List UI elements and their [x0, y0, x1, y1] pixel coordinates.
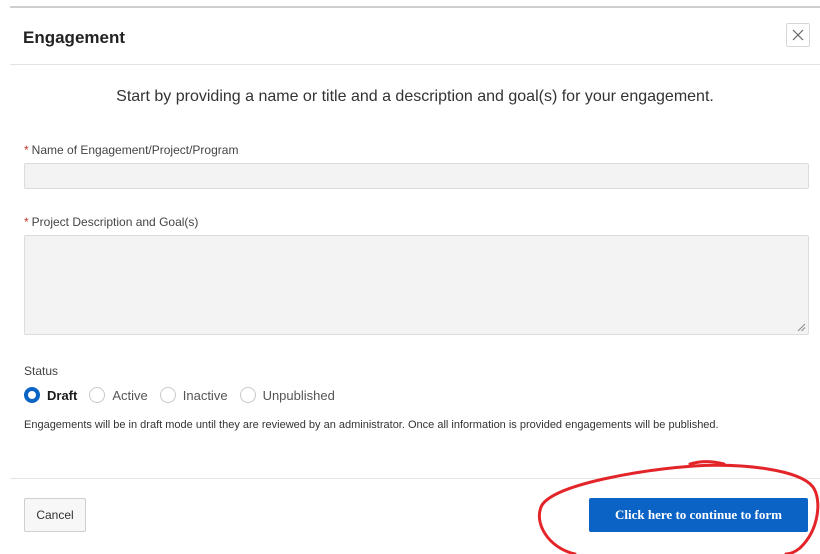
status-option-label: Inactive: [182, 387, 228, 403]
status-label: Status: [24, 364, 59, 378]
footer-divider: [10, 478, 820, 479]
name-field-label: * Name of Engagement/Project/Program: [24, 143, 238, 157]
required-marker: *: [24, 215, 29, 229]
description-field-label: * Project Description and Goal(s): [24, 215, 198, 229]
status-option-label: Draft: [47, 387, 78, 403]
close-icon: [792, 29, 804, 41]
status-radio-inactive[interactable]: Inactive: [159, 387, 228, 403]
status-radio-active[interactable]: Active: [89, 387, 148, 403]
status-option-label: Unpublished: [262, 387, 335, 403]
name-input[interactable]: [24, 163, 809, 189]
required-marker: *: [24, 143, 29, 157]
radio-selected-icon: [24, 387, 40, 403]
description-field-label-text: Project Description and Goal(s): [31, 215, 199, 229]
name-field-label-text: Name of Engagement/Project/Program: [31, 143, 239, 157]
radio-unselected-icon: [239, 387, 256, 403]
radio-unselected-icon: [89, 387, 106, 403]
cancel-button[interactable]: Cancel: [24, 498, 86, 532]
intro-text: Start by providing a name or title and a…: [116, 88, 714, 105]
continue-to-form-button[interactable]: Click here to continue to form: [589, 498, 808, 532]
engagement-dialog: Engagement Start by providing a name or …: [10, 8, 820, 554]
status-option-label: Active: [112, 387, 148, 403]
close-button[interactable]: [786, 23, 810, 47]
status-radio-unpublished[interactable]: Unpublished: [239, 387, 335, 403]
radio-unselected-icon: [159, 387, 176, 403]
dialog-title: Engagement: [23, 28, 126, 47]
description-textarea[interactable]: [24, 235, 809, 335]
status-help-text: Engagements will be in draft mode until …: [24, 419, 719, 431]
dialog-header: Engagement: [10, 8, 820, 65]
resize-handle-icon[interactable]: [797, 323, 806, 332]
status-radio-draft[interactable]: Draft: [24, 387, 77, 403]
status-radio-group: Draft Active Inactive Unpublished: [24, 385, 347, 405]
